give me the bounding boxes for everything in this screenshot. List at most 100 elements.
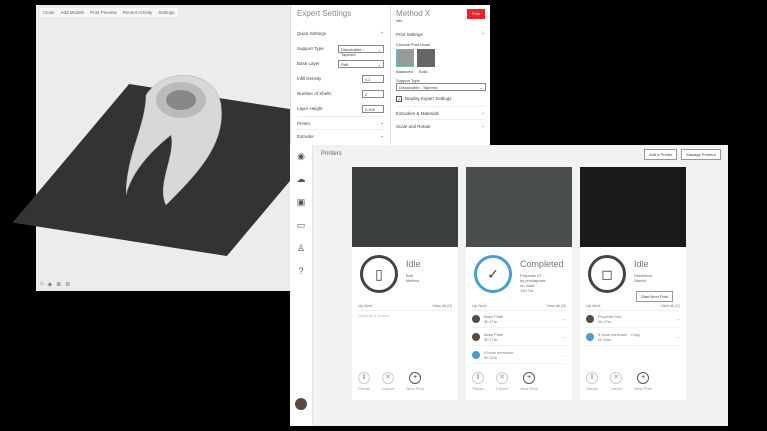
queue-item[interactable]: 5 hook minimum - Copy 0h 54m ⋯ <box>586 329 680 346</box>
shells-input[interactable]: 2 <box>362 89 384 98</box>
queue-item[interactable]: Base Plate 3h 17m ⋯ <box>472 311 566 328</box>
printer-name[interactable]: Method X <box>396 9 430 18</box>
field-label: Support Type <box>297 46 324 51</box>
pause-button[interactable]: Ⅱ Pause <box>472 372 484 391</box>
up-next-label: Up Next <box>586 303 601 308</box>
quick-settings-header[interactable]: Quick Settings <box>297 31 326 36</box>
status-icon: ◻ <box>588 255 626 293</box>
queue-item-time: 3h 17m <box>484 319 498 324</box>
queue-item[interactable]: Propeller Nut 0h 47m ⋯ <box>586 311 680 328</box>
checkbox[interactable]: ✓ <box>396 95 402 103</box>
status-detail: Sketch <box>634 278 647 283</box>
field-label: Layer Height <box>297 106 323 111</box>
more-icon[interactable]: ⋯ <box>562 353 566 358</box>
add-models-button[interactable]: Add Models <box>61 10 85 15</box>
more-icon[interactable]: ⋯ <box>676 317 680 322</box>
view-all-link[interactable]: View all (2) <box>660 303 680 308</box>
print-button[interactable]: Print <box>466 9 485 19</box>
support-type-select[interactable]: Dissolvable - Tapered ⌄ <box>396 83 486 91</box>
settings-button[interactable]: Settings <box>158 10 174 15</box>
more-icon[interactable]: ⋯ <box>562 335 566 340</box>
home-icon[interactable]: ⌂ <box>40 281 44 288</box>
status-text: Idle <box>406 259 421 269</box>
folder-icon[interactable]: ▭ <box>297 220 306 231</box>
new-print-button[interactable]: + New Print <box>520 372 538 391</box>
field-label: Number of Shells <box>297 91 332 96</box>
zoom-out-icon[interactable]: ⊖ <box>65 281 70 288</box>
support-type-select[interactable]: Dissolvable - Tapered ⌄ <box>338 44 384 57</box>
more-icon[interactable]: ⋯ <box>676 335 680 340</box>
toolbar: Close Add Models Print Preview Recent Ac… <box>40 8 178 17</box>
view-all-link[interactable]: View all (3) <box>546 303 566 308</box>
propeller-model[interactable] <box>126 65 226 215</box>
empty-queue: Nothing in Queue <box>358 313 390 318</box>
printer-section[interactable]: Printer ⌄ <box>297 116 384 129</box>
sidebar: ◉ ☁ ▣ ▭ ♙ ? <box>290 145 313 426</box>
printer-status: Idle <box>396 18 403 23</box>
avatar <box>472 351 480 359</box>
view-tools: ⌂ ◈ ⊕ ⊖ <box>40 281 70 288</box>
cancel-button[interactable]: ✕ Cancel <box>382 372 394 391</box>
expert-settings-panel: Expert Settings Quick Settings ⌃ Support … <box>290 5 390 145</box>
mode-solid[interactable] <box>417 49 435 67</box>
status-text: Completed <box>520 259 564 269</box>
queue-item-time: 0h 47m <box>484 355 498 360</box>
pause-button[interactable]: Ⅱ Pause <box>358 372 370 391</box>
mode-balanced[interactable] <box>396 49 414 67</box>
queue-item[interactable]: Base Plate 3h 17m ⋯ <box>472 329 566 346</box>
avatar <box>472 333 480 341</box>
user-icon[interactable]: ♙ <box>297 243 305 254</box>
status-detail: Method <box>406 278 420 283</box>
printer-card[interactable]: ◻ Idle Sketchbot Sketch Start Next Print Up… <box>580 167 686 400</box>
up-next-label: Up Next <box>358 303 373 308</box>
camera-feed <box>352 167 458 247</box>
mode-label: Choose Print Mode <box>396 42 431 47</box>
scale-rotate-section[interactable]: Scale and Rotate ⌄ <box>396 119 485 132</box>
queue-item-time: 0h 47m <box>598 319 612 324</box>
recent-activity-button[interactable]: Recent Activity <box>123 10 153 15</box>
avatar[interactable] <box>295 398 307 410</box>
new-print-button[interactable]: + New Print <box>634 372 652 391</box>
print-settings-header[interactable]: Print Settings <box>396 32 423 37</box>
mode-label: Solid <box>418 69 428 74</box>
printer-card[interactable]: ▯ Idle Bolt Method Up Next View all (0) Noth… <box>352 167 458 400</box>
print-preview-button[interactable]: Print Preview <box>90 10 117 15</box>
queue-item-time: 0h 54m <box>598 337 612 342</box>
camera-feed <box>466 167 572 247</box>
zoom-in-icon[interactable]: ⊕ <box>56 281 61 288</box>
printer-card[interactable]: ✓ Completed Propeller 07 by prinilaposal o… <box>466 167 572 400</box>
base-layer-select[interactable]: Raft ⌄ <box>338 59 384 68</box>
printer-icon[interactable]: ◉ <box>297 151 305 162</box>
camera-feed <box>580 167 686 247</box>
up-next-label: Up Next <box>472 303 487 308</box>
checkbox-label: Display Expert Settings <box>405 96 452 101</box>
avatar <box>586 315 594 323</box>
layer-height-input[interactable]: 0.200 <box>362 104 384 113</box>
add-printer-button[interactable]: Add a Printer <box>644 149 678 160</box>
device-icon[interactable]: ▣ <box>297 197 306 208</box>
printer-panel: Method X Idle Print Print Settings ⌃ Choos… <box>390 5 490 145</box>
queue-item-time: 3h 17m <box>484 337 498 342</box>
cube-icon[interactable]: ◈ <box>48 281 53 288</box>
view-all-link[interactable]: View all (0) <box>432 303 452 308</box>
status-text: Idle <box>634 259 649 269</box>
close-button[interactable]: Close <box>43 10 55 15</box>
new-print-button[interactable]: + New Print <box>406 372 424 391</box>
help-icon[interactable]: ? <box>298 266 303 276</box>
status-icon: ▯ <box>360 255 398 293</box>
extruder-section[interactable]: Extruder ⌄ <box>297 129 384 142</box>
pause-button[interactable]: Ⅱ Pause <box>586 372 598 391</box>
print-jobs-icon[interactable]: ☁ <box>297 174 306 185</box>
infill-density-input[interactable]: 0.2 <box>362 74 384 83</box>
queue-item[interactable]: 5 hook minimum 0h 47m ⋯ <box>472 347 566 364</box>
extruders-section[interactable]: Extruders & Materials ⌄ <box>396 106 485 119</box>
page-title: Printers <box>321 151 342 157</box>
printers-window: ◉ ☁ ▣ ▭ ♙ ? Printers Add a Printer Manag… <box>290 145 728 426</box>
status-icon: ✓ <box>474 255 512 293</box>
more-icon[interactable]: ⋯ <box>562 317 566 322</box>
start-next-print-button[interactable]: Start Next Print <box>636 291 674 302</box>
cancel-button[interactable]: ✕ Cancel <box>610 372 622 391</box>
cancel-button[interactable]: ✕ Cancel <box>496 372 508 391</box>
manage-printers-button[interactable]: Manage Printers <box>681 149 721 160</box>
panel-title: Expert Settings <box>297 9 352 18</box>
